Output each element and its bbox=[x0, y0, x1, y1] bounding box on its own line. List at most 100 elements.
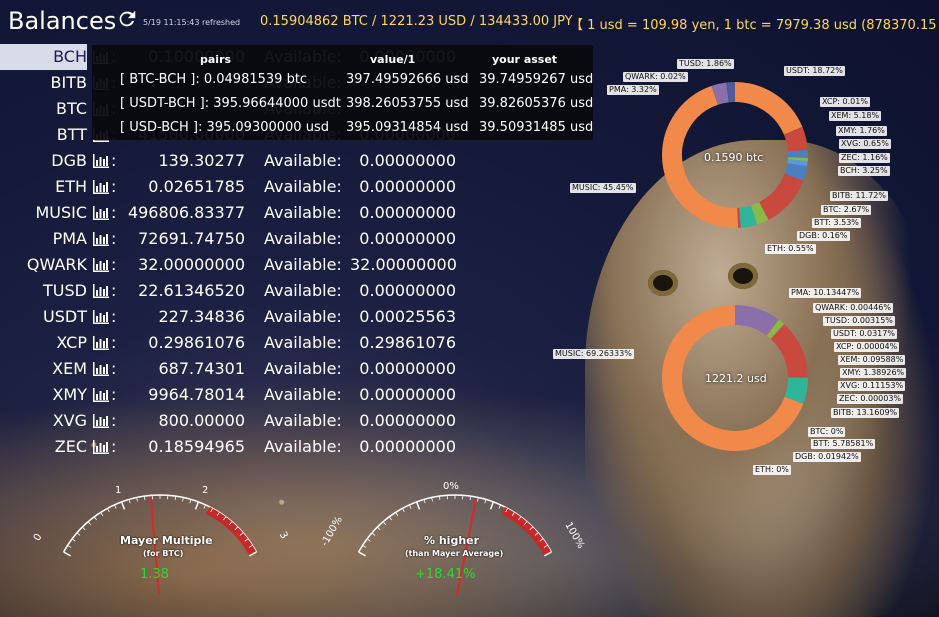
coin-symbol[interactable]: BITB bbox=[0, 70, 87, 96]
higher-gauge-tick bbox=[489, 501, 495, 510]
higher-gauge-tick bbox=[469, 496, 472, 501]
mayer-gauge-tick bbox=[174, 496, 177, 501]
higher-gauge-tick bbox=[362, 544, 367, 548]
popup-value: 395.09314854 usd bbox=[346, 120, 469, 135]
coin-balance: 0.29861076 bbox=[148, 333, 245, 352]
bar-chart-icon[interactable] bbox=[93, 414, 109, 428]
usd-slice-btt bbox=[784, 377, 808, 404]
higher-gauge-tick bbox=[388, 516, 392, 521]
exchange-rates: 【 1 usd = 109.98 yen, 1 btc = 7979.38 us… bbox=[570, 18, 939, 33]
btc-donut-label: MUSIC: 45.45% bbox=[570, 183, 636, 193]
balance-row: ETH: 0.02651785 Available: 0.00000000 bbox=[0, 174, 470, 200]
coin-symbol[interactable]: MUSIC bbox=[0, 200, 87, 226]
coin-balance: 9964.78014 bbox=[148, 385, 245, 404]
bar-chart-icon[interactable] bbox=[93, 154, 109, 168]
popup-header-value: value/1 bbox=[370, 53, 416, 66]
usd-donut-label: XCP: 0.00004% bbox=[834, 342, 900, 352]
popup-value: 397.49592666 usd bbox=[346, 72, 469, 87]
btc-slice-zec bbox=[787, 159, 808, 167]
coin-symbol[interactable]: XCP bbox=[0, 330, 87, 356]
btc-donut-label: BCH: 3.25% bbox=[838, 166, 890, 176]
popup-header-pairs: pairs bbox=[200, 53, 232, 66]
row-colon: : bbox=[111, 411, 117, 430]
usd-donut-label: MUSIC: 69.26333% bbox=[553, 349, 634, 359]
available-label: Available: bbox=[264, 177, 342, 196]
btc-donut-label: DGB: 0.16% bbox=[797, 231, 850, 241]
balance-row: ZEC: 0.18594965 Available: 0.00000000 bbox=[0, 434, 470, 460]
bch-pairs-popup: pairs value/1 your asset [ BTC-BCH ]: 0.… bbox=[92, 45, 593, 140]
available-label: Available: bbox=[264, 385, 342, 404]
coin-symbol[interactable]: QWARK bbox=[0, 252, 87, 278]
usd-donut-center-label: 1221.2 usd bbox=[705, 372, 767, 385]
higher-gauge-tick bbox=[477, 497, 479, 502]
btc-donut-label: QWARK: 0.02% bbox=[623, 72, 688, 82]
mayer-gauge-value: 1.38 bbox=[140, 567, 169, 582]
mayer-gauge-title: Mayer Multiple bbox=[120, 534, 213, 547]
balance-row: XCP: 0.29861076 Available: 0.29861076 bbox=[0, 330, 470, 356]
bar-chart-icon[interactable] bbox=[93, 336, 109, 350]
usd-donut-label: BITB: 13.1609% bbox=[831, 408, 900, 418]
available-amount: 0.00000000 bbox=[359, 385, 456, 404]
balance-row: DGB: 139.30277 Available: 0.00000000 bbox=[0, 148, 470, 174]
available-amount: 0.00000000 bbox=[359, 229, 456, 248]
coin-symbol[interactable]: BCH bbox=[0, 44, 87, 70]
available-label: Available: bbox=[264, 307, 342, 326]
refresh-icon[interactable] bbox=[116, 8, 138, 30]
bar-chart-icon[interactable] bbox=[93, 232, 109, 246]
coin-symbol[interactable]: DGB bbox=[0, 148, 87, 174]
higher-gauge-tick bbox=[415, 501, 421, 510]
bar-chart-icon[interactable] bbox=[93, 362, 109, 376]
mayer-gauge-tick bbox=[128, 499, 131, 504]
balance-row: TUSD: 22.61346520 Available: 0.00000000 bbox=[0, 278, 470, 304]
bar-chart-icon[interactable] bbox=[93, 258, 109, 272]
higher-gauge-tick bbox=[371, 532, 376, 536]
mayer-gauge-tick bbox=[71, 538, 76, 542]
mayer-gauge-tick bbox=[143, 496, 146, 501]
coin-balance: 687.74301 bbox=[158, 359, 245, 378]
coin-symbol[interactable]: ETH bbox=[0, 174, 87, 200]
coin-symbol[interactable]: TUSD bbox=[0, 278, 87, 304]
available-amount: 0.00000000 bbox=[359, 177, 456, 196]
coin-symbol[interactable]: ZEC bbox=[0, 434, 87, 460]
higher-gauge-subtitle: (than Mayer Average) bbox=[405, 549, 504, 558]
row-colon: : bbox=[111, 333, 117, 352]
page-title: Balances bbox=[8, 7, 117, 35]
coin-balance: 22.61346520 bbox=[138, 281, 245, 300]
coin-symbol[interactable]: USDT bbox=[0, 304, 87, 330]
bar-chart-icon[interactable] bbox=[93, 388, 109, 402]
btc-donut-label: TUSD: 1.86% bbox=[677, 59, 734, 69]
mayer-gauge-tick bbox=[67, 544, 72, 548]
available-amount: 0.29861076 bbox=[359, 333, 456, 352]
coin-symbol[interactable]: PMA bbox=[0, 226, 87, 252]
coin-symbol[interactable]: XVG bbox=[0, 408, 87, 434]
bar-chart-icon[interactable] bbox=[93, 310, 109, 324]
coin-symbol[interactable]: XMY bbox=[0, 382, 87, 408]
usd-donut-label: PMA: 10.13447% bbox=[789, 288, 862, 298]
btc-donut-label: ZEC: 1.16% bbox=[839, 153, 890, 163]
btc-donut-label: XEM: 5.18% bbox=[829, 111, 882, 121]
available-amount: 0.00000000 bbox=[359, 203, 456, 222]
coin-symbol[interactable]: BTC bbox=[0, 96, 87, 122]
coin-symbol[interactable]: BTT bbox=[0, 122, 87, 148]
mayer-gauge-tick bbox=[189, 499, 192, 504]
btc-donut-label: ETH: 0.55% bbox=[765, 244, 816, 254]
mayer-gauge-tick bbox=[87, 521, 92, 526]
coin-balance: 139.30277 bbox=[158, 151, 245, 170]
mayer-gauge-tick bbox=[182, 497, 184, 502]
btc-donut-label: XCP: 0.01% bbox=[820, 97, 870, 107]
higher-gauge-tick bbox=[484, 499, 487, 504]
usd-slice-pma bbox=[734, 305, 779, 336]
usd-donut-label: XEM: 0.09588% bbox=[838, 355, 906, 365]
higher-gauge-tick bbox=[498, 504, 501, 509]
coin-symbol[interactable]: XEM bbox=[0, 356, 87, 382]
bar-chart-icon[interactable] bbox=[93, 440, 109, 454]
available-label: Available: bbox=[264, 281, 342, 300]
row-colon: : bbox=[111, 203, 117, 222]
btc-slice-usdt bbox=[734, 82, 803, 136]
mayer-gauge-tick bbox=[203, 504, 206, 509]
bar-chart-icon[interactable] bbox=[93, 180, 109, 194]
usd-slice-bitb bbox=[770, 324, 808, 379]
bar-chart-icon[interactable] bbox=[93, 206, 109, 220]
bar-chart-icon[interactable] bbox=[93, 284, 109, 298]
higher-tick-zero: 0% bbox=[443, 481, 459, 492]
